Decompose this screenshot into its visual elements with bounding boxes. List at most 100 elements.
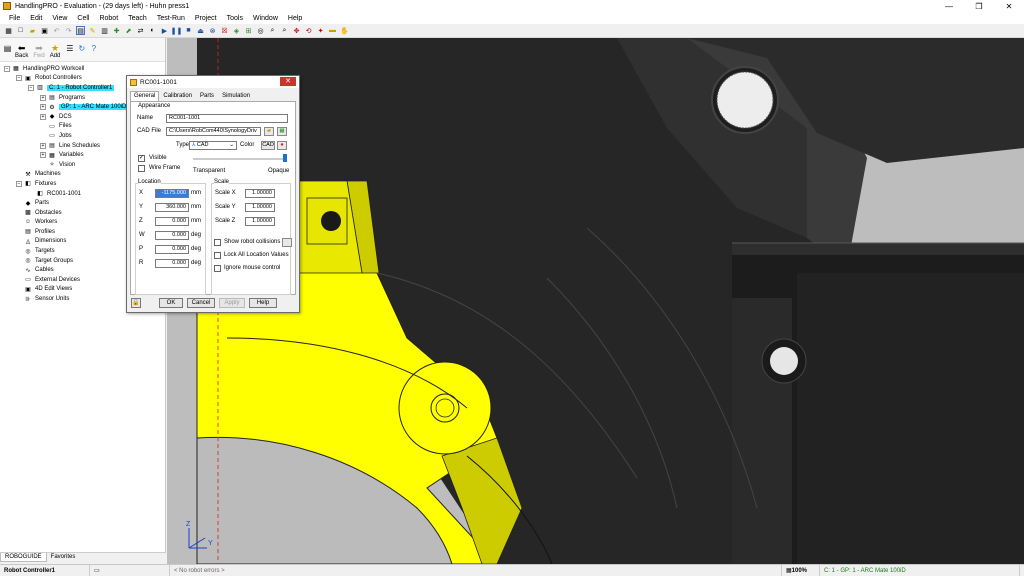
lock-icon[interactable]: 🔒	[131, 298, 141, 308]
tree-expander[interactable]: +	[40, 104, 46, 111]
tab-simulation[interactable]: Simulation	[218, 91, 254, 101]
dialog-close-button[interactable]: ✕	[280, 77, 296, 86]
cad-color-button[interactable]: CAD	[261, 141, 275, 150]
menu-robot[interactable]: Robot	[94, 15, 123, 22]
abort-icon[interactable]: ⊗	[208, 26, 217, 35]
color-palette-icon[interactable]: ●	[277, 141, 287, 150]
tree-expander[interactable]: +	[40, 142, 46, 149]
save-icon[interactable]: ▣	[40, 26, 49, 35]
redo-icon[interactable]: ↷	[64, 26, 73, 35]
show-collisions-checkbox[interactable]	[214, 239, 221, 246]
location-value-field[interactable]: 360.000	[155, 203, 189, 212]
open-folder-icon[interactable]: ▰	[28, 26, 37, 35]
tab-roboguide[interactable]: ROBOGUIDE	[0, 553, 47, 562]
menu-cell[interactable]: Cell	[72, 15, 94, 22]
location-value-field[interactable]: 0.000	[155, 245, 189, 254]
forward-button[interactable]: ➡ Fwd	[33, 44, 44, 60]
program-icon[interactable]: ⇄	[136, 26, 145, 35]
location-unit-label: deg	[191, 260, 202, 266]
jog-icon[interactable]: ⬈	[124, 26, 133, 35]
eject-icon[interactable]: ⏏	[196, 26, 205, 35]
cell-browser-icon[interactable]: ▤	[76, 26, 85, 35]
tool-icon[interactable]: ✦	[316, 26, 325, 35]
menu-teach[interactable]: Teach	[123, 15, 152, 22]
collision-color-button[interactable]	[282, 238, 292, 247]
tree-expander[interactable]: +	[40, 113, 46, 120]
location-value-field[interactable]: -1175.000	[155, 189, 189, 198]
scale-value-field[interactable]: 1.00000	[245, 203, 275, 212]
hand-icon[interactable]: ✋	[340, 26, 349, 35]
teach-pendant-icon[interactable]: ▥	[100, 26, 109, 35]
move-icon[interactable]: ✥	[292, 26, 301, 35]
menu-edit[interactable]: Edit	[25, 15, 47, 22]
add-button[interactable]: ★ Add	[50, 44, 61, 60]
reset-icon[interactable]: ☒	[220, 26, 229, 35]
new-file-icon[interactable]: □	[16, 26, 25, 35]
cancel-button[interactable]: Cancel	[187, 298, 215, 308]
zoom-icon[interactable]: ⌕	[268, 26, 277, 35]
location-value-field[interactable]: 0.000	[155, 217, 189, 226]
target-icon[interactable]: ◎	[256, 26, 265, 35]
cad-file-field[interactable]: C:\Users\RobCom440\SynologyDriv	[166, 127, 261, 136]
light-icon[interactable]: ▬	[328, 26, 337, 35]
tab-calibration[interactable]: Calibration	[159, 91, 196, 101]
help-icon[interactable]: ?	[89, 44, 98, 53]
fixture-icon: ◧	[37, 191, 43, 198]
measure-icon[interactable]: ⊞	[244, 26, 253, 35]
tree-expander[interactable]: −	[16, 180, 22, 187]
tree-expander[interactable]: +	[40, 94, 46, 101]
tree-expander[interactable]: −	[28, 84, 34, 91]
lock-location-checkbox[interactable]	[214, 252, 221, 259]
rotate-icon[interactable]: ⟲	[304, 26, 313, 35]
view-icon[interactable]: ◈	[232, 26, 241, 35]
location-value-field[interactable]: 0.000	[155, 259, 189, 268]
close-button[interactable]: ✕	[994, 0, 1024, 12]
undo-icon[interactable]: ↶	[52, 26, 61, 35]
wireframe-checkbox[interactable]	[138, 165, 145, 172]
zoom-fit-icon[interactable]: ⌕	[280, 26, 289, 35]
ok-button[interactable]: OK	[159, 298, 183, 308]
tree-expander[interactable]: +	[40, 152, 46, 159]
transparency-slider-thumb[interactable]	[283, 154, 287, 162]
tab-parts[interactable]: Parts	[196, 91, 218, 101]
browse-icon[interactable]: ▤	[3, 44, 12, 53]
list-icon[interactable]: ☰	[65, 44, 74, 53]
tree-expander[interactable]: −	[16, 75, 22, 82]
location-unit-label: mm	[191, 204, 201, 210]
tab-general[interactable]: General	[130, 91, 160, 101]
minimize-button[interactable]: —	[934, 0, 964, 12]
transparency-slider[interactable]	[193, 158, 287, 160]
location-value-field[interactable]: 0.000	[155, 231, 189, 240]
name-field[interactable]: RC001-1001	[166, 114, 288, 123]
apply-button[interactable]: Apply	[219, 298, 245, 308]
pause-icon[interactable]: ❚❚	[171, 26, 183, 35]
menu-file[interactable]: File	[4, 15, 25, 22]
scale-value-field[interactable]: 1.00000	[245, 189, 275, 198]
cad-image-icon[interactable]: ▦	[277, 127, 287, 136]
wrench-icon[interactable]: ✎	[88, 26, 97, 35]
play-icon[interactable]: ▶	[160, 26, 169, 35]
menu-window[interactable]: Window	[248, 15, 283, 22]
stop-icon[interactable]: ■	[184, 26, 193, 35]
refresh-icon[interactable]: ↻	[77, 44, 86, 53]
scale-value-field[interactable]: 1.00000	[245, 217, 275, 226]
back-button[interactable]: ⬅ Back	[15, 44, 28, 60]
browse-folder-icon[interactable]: ▰	[264, 127, 274, 136]
tab-favorites[interactable]: Favorites	[47, 553, 80, 562]
type-select[interactable]: ⅄ CAD ⌄	[189, 141, 237, 150]
menu-help[interactable]: Help	[283, 15, 307, 22]
menu-tools[interactable]: Tools	[222, 15, 248, 22]
visible-checkbox[interactable]: ✓	[138, 155, 145, 162]
add-robot-icon[interactable]: ✚	[112, 26, 121, 35]
tree-expander[interactable]: −	[4, 65, 10, 72]
menu-test-run[interactable]: Test-Run	[152, 15, 190, 22]
menu-view[interactable]: View	[47, 15, 72, 22]
menu-project[interactable]: Project	[190, 15, 222, 22]
maximize-button[interactable]: ❐	[964, 0, 994, 12]
location-axis-label: X	[139, 190, 144, 196]
grid-icon[interactable]: ▦	[4, 26, 13, 35]
help-button[interactable]: Help	[249, 298, 277, 308]
record-icon[interactable]: ◐	[148, 26, 157, 35]
ignore-mouse-checkbox[interactable]	[214, 265, 221, 272]
tree-item[interactable]: − ▦ HandlingPRO Workcell	[4, 64, 165, 74]
